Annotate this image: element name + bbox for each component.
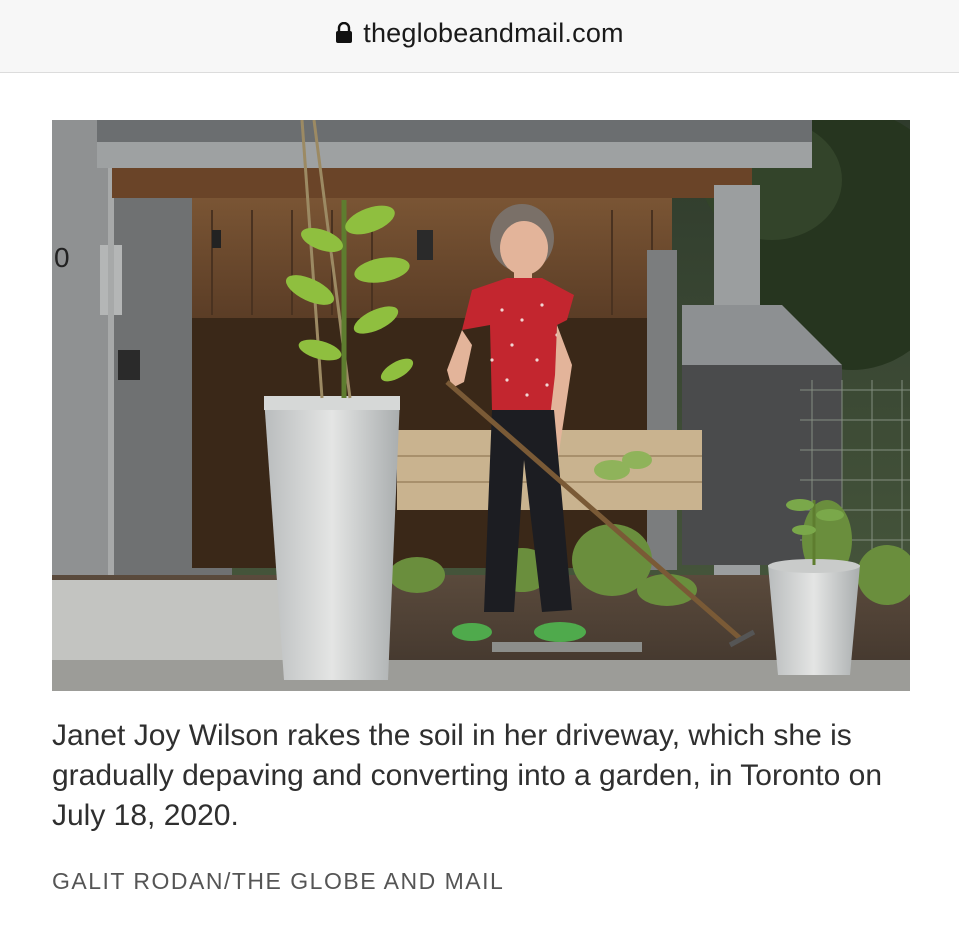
photo-credit: GALIT RODAN/THE GLOBE AND MAIL xyxy=(52,868,505,894)
house-number: 0 xyxy=(54,242,70,273)
url-display[interactable]: theglobeandmail.com xyxy=(335,17,624,49)
article-photo: 0 xyxy=(52,120,910,691)
browser-address-bar[interactable]: theglobeandmail.com xyxy=(0,0,959,73)
photo-caption: Janet Joy Wilson rakes the soil in her d… xyxy=(52,719,883,832)
url-text: theglobeandmail.com xyxy=(363,17,624,48)
lock-icon xyxy=(336,22,353,43)
